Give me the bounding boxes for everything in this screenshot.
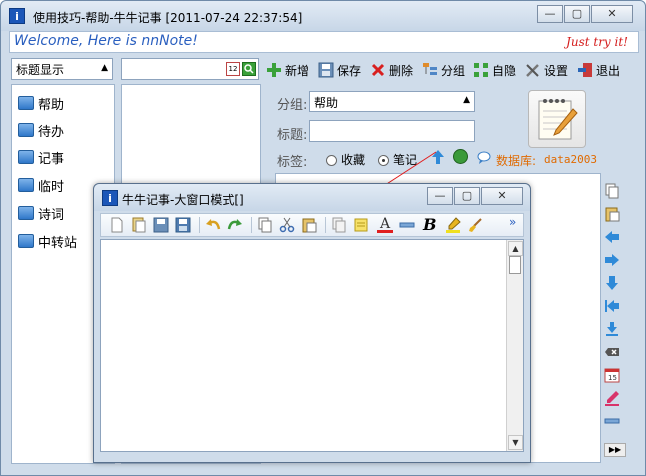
undo-icon[interactable]: [205, 217, 221, 236]
brush-icon[interactable]: [467, 217, 483, 236]
note-icon[interactable]: [353, 217, 369, 236]
copy-icon[interactable]: [257, 217, 273, 236]
app-icon: i: [102, 190, 118, 206]
toolbar-separator: [325, 217, 326, 233]
font-color-icon[interactable]: A: [377, 216, 393, 233]
scroll-thumb[interactable]: [509, 256, 521, 274]
bold-icon[interactable]: B: [423, 215, 437, 234]
child-close-button[interactable]: ✕: [481, 187, 523, 205]
cut-icon[interactable]: [279, 217, 295, 236]
formatting-toolbar: A B »: [100, 213, 524, 237]
child-window-title: 牛牛记事-大窗口模式[]: [122, 193, 244, 207]
horizontal-line-icon[interactable]: [399, 217, 415, 236]
child-maximize-button[interactable]: ▢: [454, 187, 480, 205]
save-icon[interactable]: [153, 217, 169, 236]
paste-icon[interactable]: [301, 217, 317, 236]
scroll-down-button[interactable]: ▼: [508, 435, 523, 450]
toolbar-separator: [251, 217, 252, 233]
scroll-up-button[interactable]: ▲: [508, 241, 523, 256]
child-minimize-button[interactable]: —: [427, 187, 453, 205]
save-as-icon[interactable]: [175, 217, 191, 236]
redo-icon[interactable]: [227, 217, 243, 236]
toolbar-more-button[interactable]: »: [509, 215, 516, 229]
copy-format-icon[interactable]: [331, 217, 347, 236]
highlight-icon[interactable]: [445, 217, 461, 236]
big-window: i 牛牛记事-大窗口模式[] — ▢ ✕ A B » ▲ ▼: [93, 183, 531, 463]
vertical-scrollbar[interactable]: ▲ ▼: [506, 240, 523, 451]
big-editor-area[interactable]: ▲ ▼: [100, 239, 524, 452]
new-file-icon[interactable]: [109, 217, 125, 236]
toolbar-separator: [199, 217, 200, 233]
open-icon[interactable]: [131, 217, 147, 236]
child-title-bar[interactable]: i 牛牛记事-大窗口模式[] — ▢ ✕: [94, 184, 530, 211]
